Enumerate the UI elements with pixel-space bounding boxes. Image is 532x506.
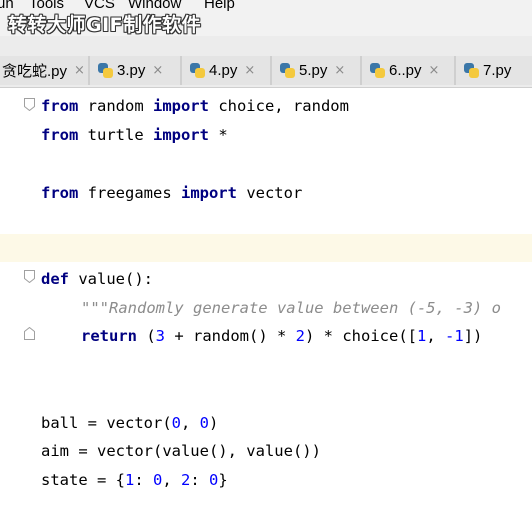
keyword: return <box>81 327 137 345</box>
code-line: """Randomly generate value between (-5, … <box>81 298 501 318</box>
python-file-icon <box>464 63 479 78</box>
code-text: turtle <box>78 126 153 144</box>
code-line: ball = vector(0, 0) <box>41 413 218 433</box>
tab-label: 5.py <box>299 62 328 79</box>
number: 0 <box>153 471 163 489</box>
code-text: vector <box>236 184 303 202</box>
number: 0 <box>171 414 181 432</box>
current-line-highlight <box>0 234 532 262</box>
close-icon[interactable]: × <box>334 63 345 78</box>
number: 1 <box>417 327 427 345</box>
close-icon[interactable]: × <box>244 63 255 78</box>
code-line: return (3 + random() * 2) * choice([1, -… <box>81 326 482 346</box>
code-editor[interactable]: from random import choice, random from t… <box>0 88 532 506</box>
python-file-icon <box>190 63 205 78</box>
code-line: from turtle import * <box>41 125 228 145</box>
code-text: ) <box>209 414 219 432</box>
fold-end-icon[interactable] <box>24 327 35 340</box>
code-text: aim = vector(value(), value()) <box>41 442 321 460</box>
python-file-icon <box>98 63 113 78</box>
number: 0 <box>209 471 219 489</box>
close-icon[interactable]: × <box>429 63 440 78</box>
tab-label: 6..py <box>389 62 422 79</box>
keyword: from <box>41 184 79 202</box>
code-text: ( <box>137 327 156 345</box>
number: 1 <box>125 471 135 489</box>
editor-gutter <box>0 88 20 506</box>
keyword: import <box>180 184 237 202</box>
keyword: from <box>41 97 79 115</box>
fold-start-icon[interactable] <box>24 98 35 111</box>
keyword: def <box>41 270 69 288</box>
editor-tab-bar: 贪吃蛇.py × 3.py × 4.py × 5.py × 6..py × 7.… <box>0 36 532 88</box>
code-line: state = {1: 0, 2: 0} <box>41 470 228 490</box>
code-text: freegames <box>78 184 181 202</box>
code-text: state = { <box>41 471 125 489</box>
keyword: import <box>152 126 209 144</box>
tab-4-py[interactable]: 4.py × <box>181 56 271 85</box>
code-text: , <box>426 327 446 345</box>
number: 2 <box>181 471 191 489</box>
tab-label: 4.py <box>209 62 238 79</box>
code-line: def value(): <box>41 269 153 289</box>
code-text: : <box>190 471 210 489</box>
tab-label: 7.py <box>483 62 512 79</box>
watermark-text: 转转大师GIF制作软件 <box>8 14 202 36</box>
docstring: """Randomly generate value between (-5, … <box>81 299 501 317</box>
code-text: + random() * <box>165 327 296 345</box>
code-text: } <box>218 471 228 489</box>
code-line: from freegames import vector <box>41 183 302 203</box>
close-icon[interactable]: × <box>152 63 163 78</box>
tab-label: 贪吃蛇.py <box>2 63 68 80</box>
tab-label: 3.py <box>117 62 146 79</box>
code-line: from random import choice, random <box>41 96 349 116</box>
code-text: value(): <box>69 270 153 288</box>
code-text: , <box>162 471 182 489</box>
number: -1 <box>445 327 464 345</box>
keyword: import <box>152 97 209 115</box>
code-line: aim = vector(value(), value()) <box>41 441 321 461</box>
menu-help[interactable]: Help <box>204 0 235 12</box>
code-text: , <box>181 414 200 432</box>
code-text: choice, random <box>208 97 349 115</box>
python-file-icon <box>280 63 295 78</box>
code-text: : <box>134 471 154 489</box>
code-text: * <box>208 126 228 144</box>
number: 3 <box>155 327 166 345</box>
fold-start-icon[interactable] <box>24 270 35 283</box>
code-text: random <box>78 97 153 115</box>
keyword: from <box>41 126 79 144</box>
close-icon[interactable]: × <box>74 63 85 78</box>
code-text: ) * choice([ <box>305 327 417 345</box>
number: 0 <box>199 414 210 432</box>
tab-5-py[interactable]: 5.py × <box>271 56 361 85</box>
code-text: ball = vector( <box>41 414 172 432</box>
code-text: ]) <box>463 327 483 345</box>
tab-snake[interactable]: 贪吃蛇.py × <box>0 56 89 85</box>
tab-6-py[interactable]: 6..py × <box>361 56 455 85</box>
tab-3-py[interactable]: 3.py × <box>89 56 181 85</box>
python-file-icon <box>370 63 385 78</box>
number: 2 <box>295 327 306 345</box>
tab-7-py[interactable]: 7.py <box>455 56 532 85</box>
